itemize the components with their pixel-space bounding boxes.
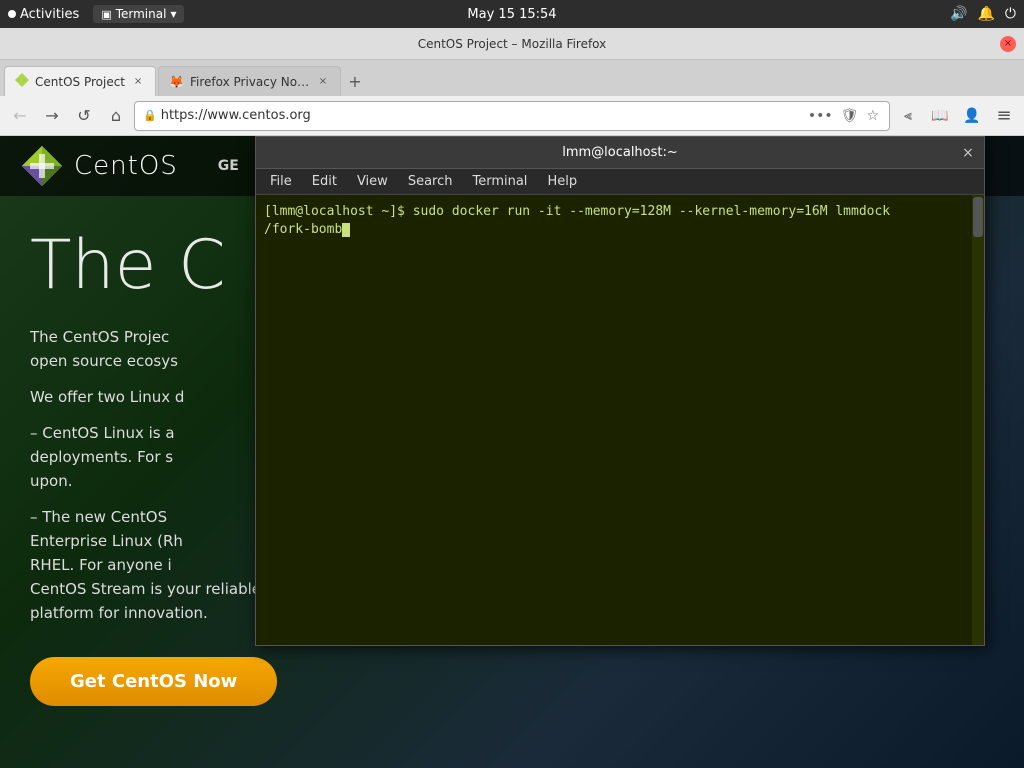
centos-desc-p4: – The new CentOSEnterprise Linux (RhRHEL… <box>30 505 290 625</box>
library-button[interactable]: ⫷ <box>894 102 922 130</box>
firefox-navbar: ← → ↺ ⌂ 🔒 https://www.centos.org ••• 🛡 ☆… <box>0 96 1024 136</box>
notification-icon[interactable]: 🔔 <box>977 6 994 22</box>
terminal-title: lmm@localhost:~ <box>280 145 960 160</box>
url-shield-icon[interactable]: 🛡 <box>839 106 861 126</box>
tab-centos-close[interactable]: × <box>131 75 145 89</box>
url-bookmark-icon[interactable]: ☆ <box>864 106 881 126</box>
centos-logo: CentOS <box>20 144 178 188</box>
terminal-menu-search[interactable]: Search <box>398 172 463 191</box>
centos-nav-partial: GE <box>198 158 239 174</box>
firefox-content-area: CentOS GE The C The CentOS Projecopen so… <box>0 136 1024 768</box>
terminal-menu-file[interactable]: File <box>260 172 302 191</box>
centos-desc-p2: We offer two Linux d <box>30 385 290 409</box>
firefox-tabbar: CentOS Project × 🦊 Firefox Privacy Notic… <box>0 60 1024 96</box>
terminal-cursor <box>342 223 350 237</box>
tab-privacy-close[interactable]: × <box>316 75 330 89</box>
firefox-titlebar: CentOS Project – Mozilla Firefox × <box>0 28 1024 60</box>
tab-centos-favicon <box>15 73 29 90</box>
terminal-menu-help[interactable]: Help <box>537 172 587 191</box>
terminal-body[interactable]: [lmm@localhost ~]$ sudo docker run -it -… <box>256 195 984 645</box>
terminal-arrow-icon: ▾ <box>170 7 176 21</box>
terminal-scrollthumb[interactable] <box>973 197 983 237</box>
profile-button[interactable]: 👤 <box>958 102 986 130</box>
terminal-label: Terminal <box>116 7 167 21</box>
terminal-menu-view[interactable]: View <box>347 172 398 191</box>
gnome-activities-button[interactable]: Activities <box>8 7 79 22</box>
terminal-menu-edit[interactable]: Edit <box>302 172 347 191</box>
terminal-command-line1: [lmm@localhost ~]$ sudo docker run -it -… <box>264 203 976 221</box>
gnome-terminal-taskbar[interactable]: ▣ Terminal ▾ <box>93 5 184 23</box>
tab-privacy-favicon: 🦊 <box>169 75 184 89</box>
centos-logo-text: CentOS <box>74 151 178 181</box>
centos-desc-p1: The CentOS Projecopen source ecosys <box>30 325 290 373</box>
power-icon[interactable]: ⏻ <box>1005 6 1016 22</box>
terminal-window: lmm@localhost:~ × File Edit View Search … <box>255 136 985 646</box>
gnome-topbar: Activities ▣ Terminal ▾ May 15 15:54 🔊 🔔… <box>0 0 1024 28</box>
url-text: https://www.centos.org <box>161 108 802 123</box>
tab-privacy-label: Firefox Privacy Notice — … <box>190 75 310 89</box>
firefox-close-button[interactable]: × <box>1000 36 1016 52</box>
gnome-datetime: May 15 15:54 <box>467 7 556 22</box>
tab-privacy[interactable]: 🦊 Firefox Privacy Notice — … × <box>158 66 341 96</box>
centos-desc-p3: – CentOS Linux is adeployments. For supo… <box>30 421 290 493</box>
home-button[interactable]: ⌂ <box>102 102 130 130</box>
terminal-command-line2: /fork-bomb <box>264 221 976 239</box>
forward-button[interactable]: → <box>38 102 66 130</box>
activities-dot <box>8 10 16 18</box>
firefox-window-title: CentOS Project – Mozilla Firefox <box>24 37 1000 51</box>
terminal-titlebar: lmm@localhost:~ × <box>256 137 984 169</box>
terminal-menubar: File Edit View Search Terminal Help <box>256 169 984 195</box>
terminal-menu-terminal[interactable]: Terminal <box>462 172 537 191</box>
tab-centos-label: CentOS Project <box>35 75 125 89</box>
centos-description: The CentOS Projecopen source ecosys We o… <box>30 325 290 625</box>
centos-logo-icon <box>20 144 64 188</box>
activities-label: Activities <box>20 7 79 22</box>
terminal-close-button[interactable]: × <box>960 145 976 161</box>
new-tab-button[interactable]: + <box>343 69 367 93</box>
url-lock-icon: 🔒 <box>143 109 157 122</box>
url-bar[interactable]: 🔒 https://www.centos.org ••• 🛡 ☆ <box>134 101 890 131</box>
volume-icon[interactable]: 🔊 <box>950 6 967 22</box>
pocket-button[interactable]: 📖 <box>926 102 954 130</box>
tab-centos[interactable]: CentOS Project × <box>4 66 156 96</box>
firefox-window: CentOS Project – Mozilla Firefox × CentO… <box>0 28 1024 768</box>
get-centos-button[interactable]: Get CentOS Now <box>30 657 277 706</box>
terminal-icon: ▣ <box>101 8 111 21</box>
firefox-menu-button[interactable]: ≡ <box>990 102 1018 130</box>
back-button[interactable]: ← <box>6 102 34 130</box>
terminal-scrollbar[interactable] <box>972 195 984 645</box>
url-more-icon[interactable]: ••• <box>806 106 835 126</box>
reload-button[interactable]: ↺ <box>70 102 98 130</box>
